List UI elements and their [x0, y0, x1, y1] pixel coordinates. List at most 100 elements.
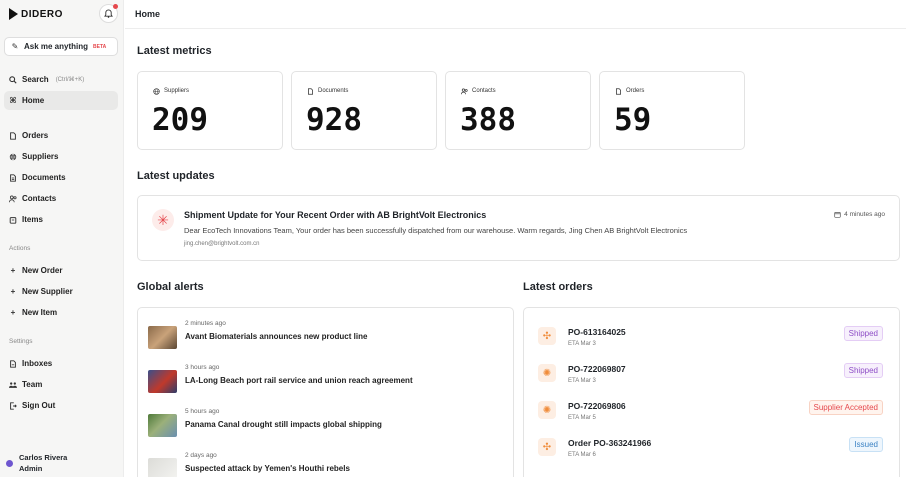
sidebar-item-suppliers[interactable]: Suppliers — [4, 147, 118, 166]
order-row[interactable]: ✺ PO-722069806 ETA Mar 5 Supplier Accept… — [538, 398, 883, 428]
brand-name: DIDERO — [21, 8, 63, 20]
avatar — [6, 459, 13, 467]
sidebar-item-label: Suppliers — [22, 152, 59, 161]
calendar-icon — [834, 212, 841, 218]
sign-out-button[interactable]: Sign Out — [4, 396, 118, 415]
alerts-panel: 2 minutes ago Avant Biomaterials announc… — [137, 307, 514, 477]
metric-value: 209 — [152, 102, 208, 138]
user-role: Admin — [19, 464, 43, 473]
globe-icon — [152, 87, 160, 95]
plus-icon: + — [10, 265, 16, 275]
plus-icon: + — [10, 307, 16, 317]
update-email: jing.chen@brightvolt.com.cn — [184, 241, 260, 247]
alert-title: Avant Biomaterials announces new product… — [185, 332, 368, 341]
new-supplier-button[interactable]: + New Supplier — [4, 282, 118, 301]
alert-item[interactable]: 2 minutes ago Avant Biomaterials announc… — [148, 320, 367, 349]
new-order-button[interactable]: + New Order — [4, 261, 118, 280]
order-row[interactable]: ✣ Order PO-363241966 ETA Mar 6 Issued — [538, 435, 883, 465]
alert-thumbnail — [148, 458, 177, 477]
update-body: Dear EcoTech Innovations Team, Your orde… — [184, 226, 688, 235]
actions-section-label: Actions — [9, 245, 31, 252]
new-item-button[interactable]: + New Item — [4, 303, 118, 322]
alert-item[interactable]: 3 hours ago LA-Long Beach port rail serv… — [148, 364, 413, 393]
sidebar-item-label: Items — [22, 215, 43, 224]
box-icon — [9, 216, 17, 224]
team-icon — [9, 381, 17, 389]
orders-panel: ✣ PO-613164025 ETA Mar 3 Shipped ✺ PO-72… — [523, 307, 900, 477]
notifications-button[interactable] — [99, 4, 118, 23]
sidebar-item-inboxes[interactable]: Inboxes — [4, 354, 118, 373]
updates-heading: Latest updates — [137, 170, 215, 182]
asterisk-icon: ✳ — [152, 209, 174, 231]
action-label: New Order — [22, 266, 63, 275]
sidebar-item-label: Contacts — [22, 194, 57, 203]
status-badge: Issued — [849, 437, 883, 452]
alert-title: Panama Canal drought still impacts globa… — [185, 420, 382, 429]
sidebar-item-search[interactable]: Search (Ctrl/⌘+K) — [4, 70, 118, 89]
sidebar-item-orders[interactable]: Orders — [4, 126, 118, 145]
beta-badge: BETA — [93, 43, 107, 50]
order-row[interactable]: ✺ PO-722069807 ETA Mar 3 Shipped — [538, 361, 883, 391]
asterisk-icon: ✺ — [538, 401, 556, 419]
document-icon — [306, 87, 314, 95]
contacts-icon — [9, 195, 17, 203]
metric-card-orders[interactable]: Orders 59 — [599, 71, 745, 150]
ask-me-anything-button[interactable]: ✎ Ask me anything BETA — [4, 37, 118, 56]
alerts-heading: Global alerts — [137, 281, 204, 293]
order-id: Order PO-363241966 — [568, 438, 652, 448]
update-card[interactable]: ✳ Shipment Update for Your Recent Order … — [137, 195, 900, 261]
page-title: Home — [135, 9, 161, 19]
contacts-icon — [460, 87, 468, 95]
metrics-heading: Latest metrics — [137, 45, 212, 57]
alert-time: 2 minutes ago — [185, 320, 226, 327]
alert-thumbnail — [148, 370, 177, 393]
bell-icon — [104, 9, 113, 18]
metric-card-contacts[interactable]: Contacts 388 — [445, 71, 591, 150]
sidebar: DIDERO ✎ Ask me anything BETA Search (Ct… — [0, 0, 124, 477]
sidebar-item-label: Orders — [22, 131, 49, 140]
top-bar: Home — [125, 0, 906, 29]
alert-item[interactable]: 5 hours ago Panama Canal drought still i… — [148, 408, 382, 437]
document-icon — [9, 131, 17, 140]
asterisk-icon: ✺ — [538, 364, 556, 382]
status-badge: Shipped — [843, 326, 883, 341]
order-id: PO-613164025 — [568, 327, 626, 337]
sidebar-item-label: Sign Out — [22, 401, 56, 410]
metric-value: 59 — [614, 102, 652, 138]
alert-thumbnail — [148, 326, 177, 349]
action-label: New Item — [22, 308, 58, 317]
sidebar-item-items[interactable]: Items — [4, 210, 118, 229]
inbox-icon — [9, 359, 17, 368]
alert-time: 2 days ago — [185, 452, 217, 459]
metric-card-documents[interactable]: Documents 928 — [291, 71, 437, 150]
plus-icon: + — [10, 286, 16, 296]
user-profile[interactable]: Carlos Rivera Admin — [6, 452, 67, 474]
sidebar-item-documents[interactable]: Documents — [4, 168, 118, 187]
search-shortcut-hint: (Ctrl/⌘+K) — [55, 77, 85, 83]
metric-label: Orders — [626, 88, 645, 94]
search-label: Search — [22, 75, 49, 84]
alert-thumbnail — [148, 414, 177, 437]
globe-icon — [9, 153, 17, 161]
sparkle-icon: ✣ — [538, 438, 556, 456]
order-id: PO-722069806 — [568, 401, 626, 411]
user-name: Carlos Rivera — [19, 453, 68, 462]
metric-label: Documents — [318, 88, 349, 94]
order-id: PO-722069807 — [568, 364, 626, 374]
order-row[interactable]: ✣ PO-613164025 ETA Mar 3 Shipped — [538, 324, 883, 354]
document-stack-icon — [9, 173, 17, 182]
sidebar-item-home[interactable]: ⌘ Home — [4, 91, 118, 110]
metric-value: 928 — [306, 102, 362, 138]
document-icon — [614, 87, 622, 95]
status-badge: Supplier Accepted — [808, 400, 883, 415]
status-badge: Shipped — [843, 363, 883, 378]
order-eta: ETA Mar 3 — [568, 341, 596, 347]
alert-item[interactable]: 2 days ago Suspected attack by Yemen's H… — [148, 452, 350, 477]
update-time-text: 4 minutes ago — [844, 211, 885, 218]
home-label: Home — [22, 96, 45, 105]
brand-logo[interactable]: DIDERO — [9, 8, 63, 20]
sign-out-icon — [9, 401, 17, 410]
sidebar-item-contacts[interactable]: Contacts — [4, 189, 118, 208]
sidebar-item-team[interactable]: Team — [4, 375, 118, 394]
metric-card-suppliers[interactable]: Suppliers 209 — [137, 71, 283, 150]
